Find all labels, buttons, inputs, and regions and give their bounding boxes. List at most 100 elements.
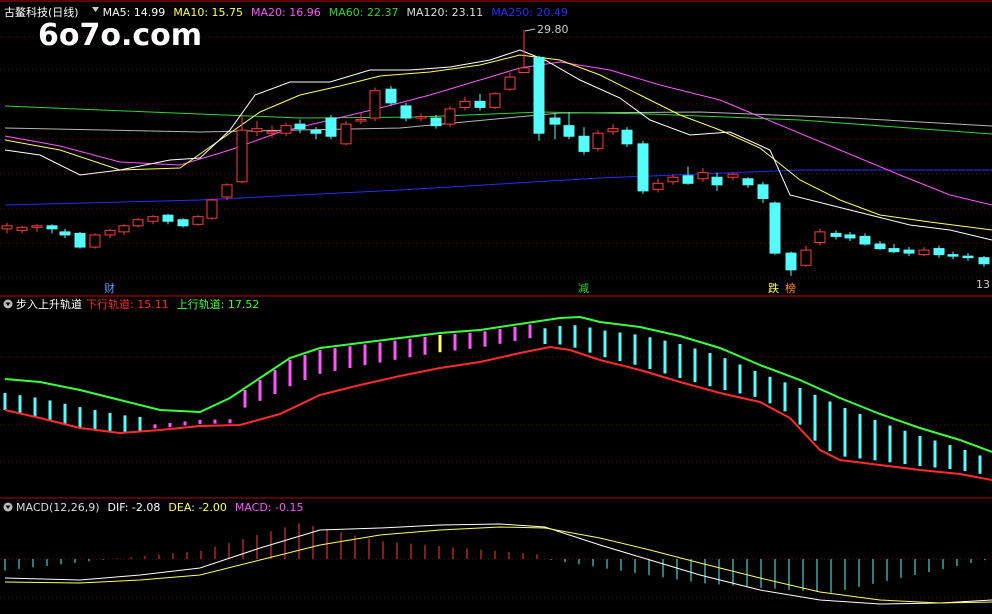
- candle[interactable]: [578, 127, 590, 155]
- candle[interactable]: [132, 218, 144, 228]
- candle[interactable]: [918, 247, 930, 257]
- candle[interactable]: [727, 172, 739, 181]
- candle[interactable]: [947, 251, 959, 260]
- stock-chart-window[interactable]: 古鳌科技(日线) MA5: 14.99 MA10: 15.75 MA20: 16.9…: [0, 0, 992, 614]
- candle[interactable]: [415, 113, 427, 122]
- candle[interactable]: [769, 201, 781, 255]
- legend-item: DEA: -2.00: [168, 501, 226, 514]
- candle[interactable]: [46, 224, 58, 234]
- candle[interactable]: [400, 102, 412, 122]
- candle[interactable]: [933, 245, 945, 258]
- candle[interactable]: [31, 224, 43, 232]
- legend-item: MACD: -0.15: [235, 501, 304, 514]
- ma20-line: [4, 61, 992, 206]
- candle[interactable]: [962, 253, 974, 261]
- macd-lines: [4, 523, 992, 605]
- candle[interactable]: [251, 121, 263, 137]
- track-grid: [0, 356, 992, 463]
- candle[interactable]: [294, 119, 306, 134]
- candle[interactable]: [533, 55, 545, 141]
- candle[interactable]: [607, 124, 619, 135]
- candle[interactable]: [903, 247, 915, 257]
- candle[interactable]: [340, 121, 352, 146]
- legend-item: DIF: -2.08: [108, 501, 161, 514]
- candle[interactable]: [118, 224, 130, 235]
- ma120-line: [4, 111, 992, 133]
- collapse-arrow-icon[interactable]: [92, 7, 99, 12]
- main-kline-panel[interactable]: 古鳌科技(日线) MA5: 14.99 MA10: 15.75 MA20: 16.9…: [0, 5, 992, 295]
- event-badge[interactable]: 减: [578, 282, 589, 295]
- candle[interactable]: [89, 233, 101, 249]
- candle[interactable]: [385, 86, 397, 106]
- candle[interactable]: [74, 231, 86, 249]
- candle[interactable]: [844, 231, 856, 241]
- legend-item: MACD(12,26,9): [16, 501, 100, 514]
- moving-average-lines: [4, 49, 992, 241]
- candle[interactable]: [1, 222, 13, 234]
- candle[interactable]: [978, 256, 990, 267]
- candle[interactable]: [177, 218, 189, 228]
- candle[interactable]: [206, 198, 218, 220]
- candle[interactable]: [621, 127, 633, 147]
- candle[interactable]: [711, 172, 723, 191]
- track-indicator-panel[interactable]: 步入上升轨道 下行轨道: 15.11 上行轨道: 17.52: [0, 297, 992, 481]
- candle[interactable]: [459, 96, 471, 111]
- candle[interactable]: [682, 166, 694, 185]
- candle[interactable]: [742, 177, 754, 188]
- candlesticks[interactable]: [1, 30, 990, 276]
- candle[interactable]: [637, 140, 649, 194]
- candle[interactable]: [563, 111, 575, 140]
- event-badge[interactable]: 跌: [768, 281, 779, 295]
- candle[interactable]: [874, 240, 886, 251]
- candle[interactable]: [280, 122, 292, 137]
- candle[interactable]: [757, 181, 769, 204]
- candle[interactable]: [592, 130, 604, 152]
- candle[interactable]: [16, 225, 28, 234]
- candle[interactable]: [430, 115, 442, 129]
- event-badge[interactable]: 榜: [785, 281, 796, 295]
- dif-line: [4, 523, 992, 605]
- candle[interactable]: [697, 168, 709, 182]
- candle[interactable]: [192, 215, 204, 226]
- candle[interactable]: [652, 178, 664, 193]
- candle[interactable]: [104, 228, 116, 238]
- candle[interactable]: [859, 233, 871, 246]
- candle[interactable]: [667, 174, 679, 185]
- track-bars: [3, 324, 982, 474]
- candle[interactable]: [147, 215, 159, 225]
- ma250-line: [4, 169, 992, 206]
- candle[interactable]: [369, 87, 381, 122]
- candle[interactable]: [221, 183, 233, 200]
- candle[interactable]: [504, 72, 516, 91]
- candle[interactable]: [310, 127, 322, 140]
- legend-item: 下行轨道: 15.11: [86, 297, 169, 311]
- candle[interactable]: [489, 92, 501, 109]
- macd-legend: MACD(12,26,9) DIF: -2.08 DEA: -2.00 MACD: -…: [3, 501, 304, 514]
- candle[interactable]: [162, 213, 174, 225]
- candle[interactable]: [549, 113, 561, 140]
- candle[interactable]: [800, 245, 812, 267]
- legend-item: MA20: 16.96: [251, 6, 321, 19]
- stock-title: 古鳌科技(日线): [4, 5, 79, 19]
- candle[interactable]: [59, 228, 71, 238]
- peak-arrow-icon: [524, 28, 536, 32]
- legend-item: MA250: 20.49: [491, 6, 568, 19]
- macd-histogram: [4, 523, 986, 593]
- legend-item: MA60: 22.37: [329, 6, 399, 19]
- legend-item: MA120: 23.11: [406, 6, 483, 19]
- macd-panel[interactable]: MACD(12,26,9) DIF: -2.08 DEA: -2.00 MACD: -…: [0, 501, 992, 605]
- peak-price-label: 29.80: [524, 23, 569, 36]
- candle[interactable]: [444, 105, 456, 128]
- track-legend: 步入上升轨道 下行轨道: 15.11 上行轨道: 17.52: [3, 297, 259, 311]
- candle[interactable]: [474, 93, 486, 111]
- candle[interactable]: [888, 244, 900, 254]
- candle[interactable]: [830, 230, 842, 240]
- candle[interactable]: [325, 115, 337, 140]
- candle[interactable]: [236, 115, 248, 184]
- event-badge[interactable]: 财: [104, 281, 115, 295]
- event-badges[interactable]: 财 减 跌榜: [104, 281, 796, 295]
- macd-grid: [0, 558, 992, 599]
- candle[interactable]: [518, 30, 530, 73]
- peak-price: 29.80: [537, 23, 569, 36]
- candle[interactable]: [785, 251, 797, 276]
